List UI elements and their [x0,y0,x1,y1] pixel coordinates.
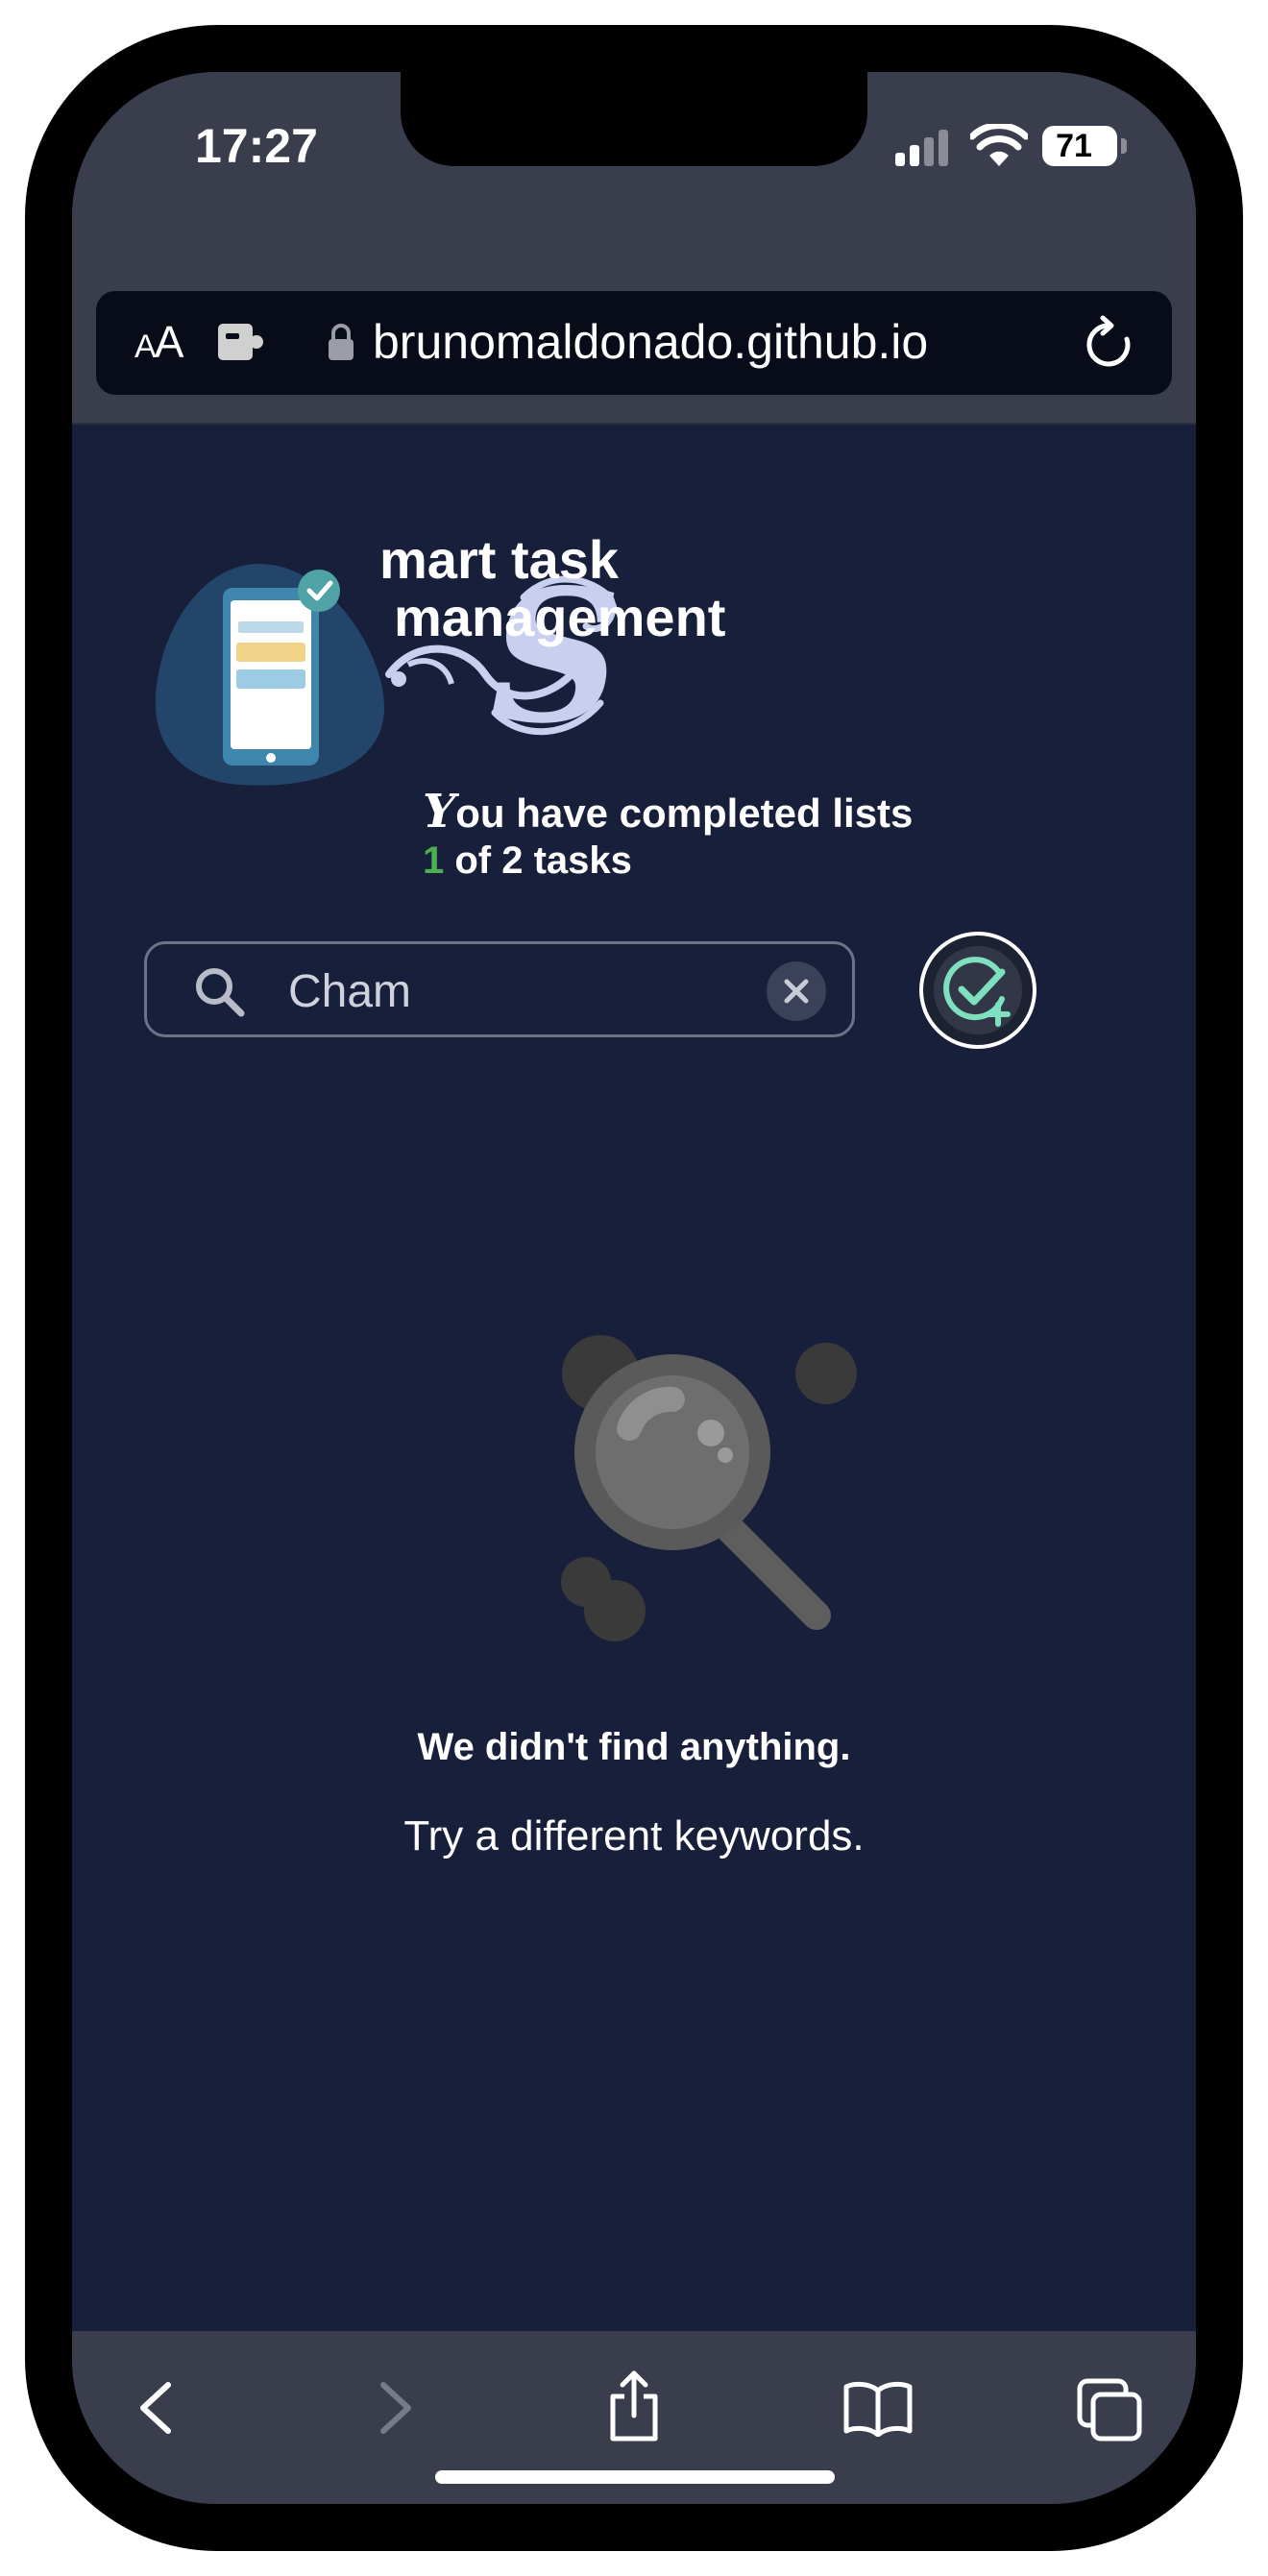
clear-search-button[interactable] [767,961,826,1021]
empty-state-subtitle: Try a different keywords. [403,1812,865,1859]
bookmarks-icon[interactable] [842,2379,914,2437]
progress-count: 1 of 2 tasks [423,839,632,883]
search-icon [196,968,245,1017]
search-box[interactable] [144,941,855,1037]
tabs-icon[interactable] [1076,2377,1145,2442]
screen: 17:27 71 AA brunomaldonado.github.io S m… [72,72,1196,2504]
progress-initial: Y [423,785,456,838]
extension-icon[interactable] [216,320,264,364]
address-field[interactable]: AA brunomaldonado.github.io [96,291,1172,395]
cellular-signal-icon [895,130,948,166]
title-line-2: management [394,587,726,647]
battery-icon: 71 [1042,126,1129,166]
add-task-button[interactable] [919,932,1036,1049]
battery-level: 71 [1056,128,1092,164]
lock-icon [329,324,354,360]
close-icon [784,979,809,1004]
check-plus-icon [934,946,1022,1034]
browser-address-bar: AA brunomaldonado.github.io [72,216,1196,425]
back-icon[interactable] [132,2379,180,2437]
empty-state-title: We didn't find anything. [417,1726,851,1768]
title-line-1: mart task [379,529,620,590]
text-size-button[interactable]: AA [134,316,183,368]
total-count: of 2 tasks [454,839,632,882]
phone-checklist-illustration [155,564,384,786]
wifi-icon [970,124,1028,166]
share-icon[interactable] [605,2368,663,2444]
reload-icon[interactable] [1084,314,1135,372]
url-text: brunomaldonado.github.io [373,315,929,369]
completed-count: 1 [423,839,445,882]
forward-icon[interactable] [372,2379,420,2437]
progress-text: You have completed lists [423,785,914,838]
app-content: S mart task management You have complete… [72,425,1196,2331]
home-indicator[interactable] [435,2470,835,2484]
notch [401,72,867,166]
search-input[interactable] [286,958,732,1025]
status-time: 17:27 [195,119,318,173]
magnifying-glass-icon [561,1335,857,1641]
